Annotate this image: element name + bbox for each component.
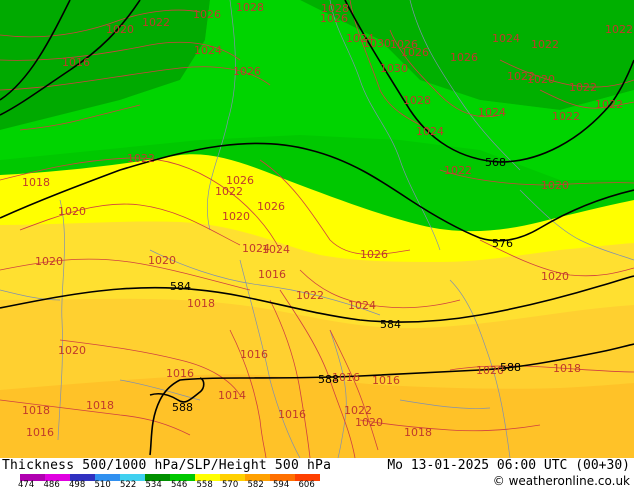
slp-label: 1016 — [372, 374, 400, 387]
slp-label: 1026 — [320, 12, 348, 25]
slp-label: 1020 — [58, 205, 86, 218]
legend-tick: 474 — [18, 480, 35, 490]
slp-label: 1020 — [527, 73, 555, 86]
slp-label: 1024 — [242, 242, 270, 255]
slp-label: 1030 — [380, 62, 408, 75]
forecast-datetime: Mo 13-01-2025 06:00 UTC (00+30) — [387, 458, 630, 473]
legend-tick: 510 — [94, 480, 111, 490]
slp-label: 1020 — [58, 344, 86, 357]
slp-label: 1020 — [222, 210, 250, 223]
slp-label: 1022 — [552, 110, 580, 123]
slp-label: 1022 — [605, 23, 633, 36]
slp-label: 1016 — [166, 367, 194, 380]
slp-label: 1024 — [346, 32, 374, 45]
slp-label: 1020 — [541, 179, 569, 192]
slp-label: 1026 — [257, 200, 285, 213]
height-label: 588 — [172, 401, 193, 414]
slp-label: 1026 — [401, 46, 429, 59]
legend-tick: 486 — [43, 480, 60, 490]
slp-label: 1018 — [404, 426, 432, 439]
legend-tick: 534 — [145, 480, 162, 490]
height-label: 584 — [170, 280, 191, 293]
legend-tick: 570 — [222, 480, 239, 490]
slp-label: 1022 — [444, 164, 472, 177]
slp-label: 1022 — [215, 185, 243, 198]
slp-label: 1018 — [86, 399, 114, 412]
slp-label: 1018 — [553, 362, 581, 375]
slp-label: 1022 — [595, 98, 623, 111]
slp-label: 1026 — [193, 8, 221, 21]
slp-label: 1024 — [478, 106, 506, 119]
slp-label: 1018 — [22, 404, 50, 417]
height-label: 588 — [500, 361, 521, 374]
slp-label: 1028 — [403, 94, 431, 107]
slp-label: 1018 — [22, 176, 50, 189]
slp-label: 1022 — [127, 152, 155, 165]
slp-label: 1026 — [233, 65, 261, 78]
slp-label: 1028 — [236, 1, 264, 14]
slp-label: 1026 — [360, 248, 388, 261]
weather-map: 1020 1022 1026 1028 1028 1024 1030 1026 … — [0, 0, 634, 458]
height-label: 568 — [485, 156, 506, 169]
slp-label: 1024 — [416, 125, 444, 138]
slp-label: 1016 — [258, 268, 286, 281]
slp-label: 1014 — [218, 389, 246, 402]
legend-tick: 594 — [273, 480, 290, 490]
legend-tick: 546 — [171, 480, 188, 490]
map-title: Thickness 500/1000 hPa/SLP/Height 500 hP… — [2, 458, 332, 473]
slp-label: 1022 — [569, 81, 597, 94]
slp-label: 1026 — [450, 51, 478, 64]
slp-label: 1020 — [35, 255, 63, 268]
height-label: 584 — [380, 318, 401, 331]
legend-tick: 582 — [247, 480, 264, 490]
map-footer: Thickness 500/1000 hPa/SLP/Height 500 hP… — [0, 458, 634, 490]
slp-label: 1020 — [106, 23, 134, 36]
slp-label: 1018 — [187, 297, 215, 310]
slp-label: 1022 — [296, 289, 324, 302]
slp-label: 1016 — [278, 408, 306, 421]
legend-tick: 558 — [196, 480, 213, 490]
slp-label: 1016 — [240, 348, 268, 361]
slp-label: 1020 — [148, 254, 176, 267]
legend-tick: 522 — [120, 480, 137, 490]
slp-label: 1024 — [492, 32, 520, 45]
source-credit: © weatheronline.co.uk — [492, 474, 630, 488]
slp-label: 1020 — [355, 416, 383, 429]
slp-label: 1022 — [531, 38, 559, 51]
slp-label: 1024 — [348, 299, 376, 312]
slp-label: 1016 — [62, 56, 90, 69]
slp-label: 1024 — [194, 44, 222, 57]
height-label: 576 — [492, 237, 513, 250]
slp-label: 1022 — [142, 16, 170, 29]
legend-tick: 606 — [298, 480, 315, 490]
legend-tick: 498 — [69, 480, 86, 490]
slp-label: 1016 — [26, 426, 54, 439]
legend-tick-labels: 474 486 498 510 522 534 546 558 570 582 594 606 — [18, 480, 328, 490]
slp-label: 1020 — [541, 270, 569, 283]
height-label: 588 — [318, 373, 339, 386]
map-canvas: 1020 1022 1026 1028 1028 1024 1030 1026 … — [0, 0, 634, 458]
